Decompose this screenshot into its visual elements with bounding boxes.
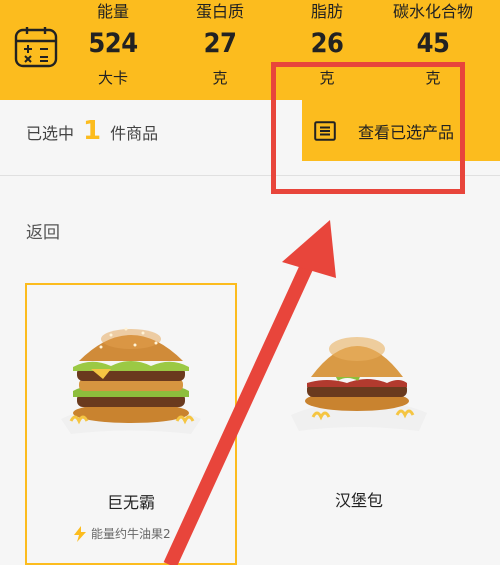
calculator-icon[interactable] (14, 26, 58, 70)
hamburger-image (291, 337, 427, 431)
back-link[interactable]: 返回 (26, 218, 60, 243)
stat-value: 45 (416, 28, 450, 59)
stat-label: 碳水化合物 (392, 2, 473, 21)
selected-count: 1 (83, 116, 102, 146)
product-note-text: 能量约牛油果2 (91, 527, 171, 541)
highlight-box (271, 62, 465, 194)
selected-prefix: 已选中 (26, 124, 75, 143)
stat-label: 蛋白质 (195, 2, 244, 21)
stat-unit: 大卡 (97, 69, 128, 87)
big-mac-image (61, 327, 201, 434)
product-name: 巨无霸 (106, 493, 155, 512)
lightning-icon (74, 525, 86, 542)
stat-label: 能量 (96, 2, 129, 21)
stat-value: 27 (203, 28, 237, 59)
stat-value: 26 (310, 28, 344, 59)
product-energy-note: 能量约牛油果2 (73, 525, 217, 542)
product-name: 汉堡包 (334, 491, 383, 510)
stat-label: 脂肪 (310, 2, 343, 21)
selected-count-text: 已选中 1 件商品 (26, 118, 158, 144)
product-card-hamburger[interactable]: 汉堡包 (253, 283, 465, 565)
product-card-big-mac[interactable]: 巨无霸 能量约牛油果2 (25, 283, 237, 565)
stat-value: 524 (88, 28, 138, 59)
selected-suffix: 件商品 (110, 124, 159, 143)
stat-unit: 克 (212, 69, 228, 87)
